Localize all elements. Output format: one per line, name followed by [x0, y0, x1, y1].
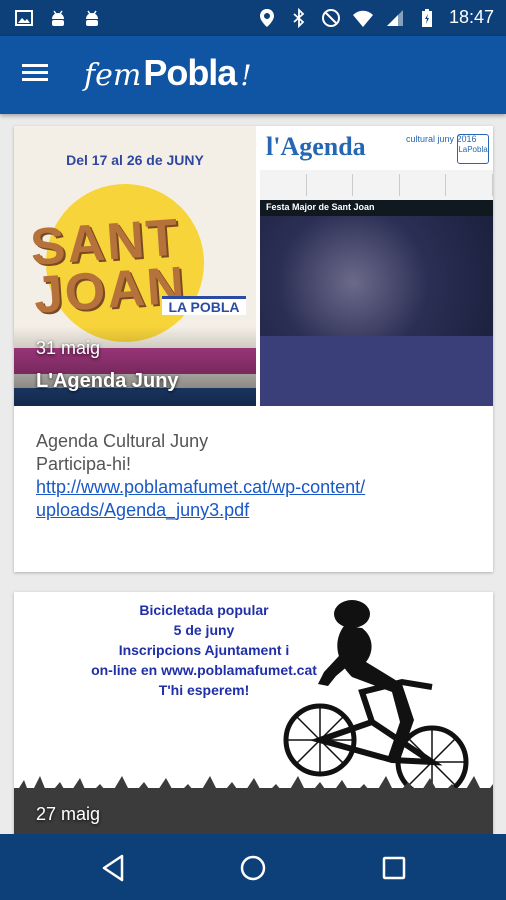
status-time: 18:47 — [448, 7, 494, 27]
android-icon — [52, 10, 64, 26]
post-text-line: Participa-hi! — [36, 454, 132, 474]
card-image[interactable]: Del 17 al 26 de JUNY SANT JOAN LA POBLA … — [14, 126, 493, 406]
agenda-cover: l'Agenda cultural juny 2016 LaPobla Fest… — [260, 126, 493, 406]
wifi-icon — [352, 10, 373, 27]
bluetooth-icon — [293, 7, 305, 28]
post-link-line: http://www.poblamafumet.cat/wp-content/ — [36, 477, 366, 497]
news-feed[interactable]: Del 17 al 26 de JUNY SANT JOAN LA POBLA … — [0, 114, 506, 834]
agenda-title: l'Agenda — [266, 132, 366, 161]
agenda-banner: Festa Major de Sant Joan — [260, 200, 493, 216]
post-date: 31 maig — [36, 338, 101, 358]
image-icon — [15, 10, 33, 26]
battery-charging-icon — [421, 8, 432, 27]
post-title: L'Agenda Juny — [36, 370, 179, 392]
poster-tag: LA POBLA — [162, 296, 246, 315]
news-card[interactable]: Bicicletada popular 5 de juny Inscripcio… — [14, 592, 493, 834]
agenda-header: l'Agenda cultural juny 2016 LaPobla — [260, 126, 493, 170]
agenda-columns — [260, 170, 493, 200]
brand-exclamation: ! — [240, 59, 252, 92]
post-date: 27 maig — [36, 804, 101, 824]
post-body: Agenda Cultural Juny Participa-hi! http:… — [36, 430, 476, 522]
agenda-logo: LaPobla — [457, 134, 489, 164]
app-logo: fem Pobla ! — [84, 52, 252, 94]
do-not-disturb-icon — [321, 8, 340, 27]
brand-fem: fem — [84, 58, 142, 93]
android-icon — [86, 10, 98, 26]
news-card[interactable]: Del 17 al 26 de JUNY SANT JOAN LA POBLA … — [14, 126, 493, 572]
post-link-line: uploads/Agenda_juny3.pdf — [36, 500, 250, 520]
card-image[interactable]: Bicicletada popular 5 de juny Inscripcio… — [14, 592, 493, 834]
location-icon — [259, 8, 274, 27]
post-text-line: Agenda Cultural Juny — [36, 431, 209, 451]
back-triangle-icon[interactable] — [98, 852, 130, 884]
hamburger-menu-icon[interactable] — [22, 60, 54, 90]
sant-joan-poster: Del 17 al 26 de JUNY SANT JOAN LA POBLA — [14, 126, 256, 406]
recents-square-icon[interactable] — [378, 852, 410, 884]
poster-dates: Del 17 al 26 de JUNY — [66, 152, 204, 168]
app-bar: fem Pobla ! — [0, 36, 506, 114]
signal-icon — [386, 9, 403, 26]
system-nav-bar — [0, 834, 506, 900]
status-bar: 18:47 — [0, 0, 506, 36]
festival-photo — [260, 216, 493, 406]
brand-pobla: Pobla — [143, 52, 237, 93]
home-circle-icon[interactable] — [237, 852, 269, 884]
post-link[interactable]: http://www.poblamafumet.cat/wp-content/ … — [36, 476, 476, 522]
